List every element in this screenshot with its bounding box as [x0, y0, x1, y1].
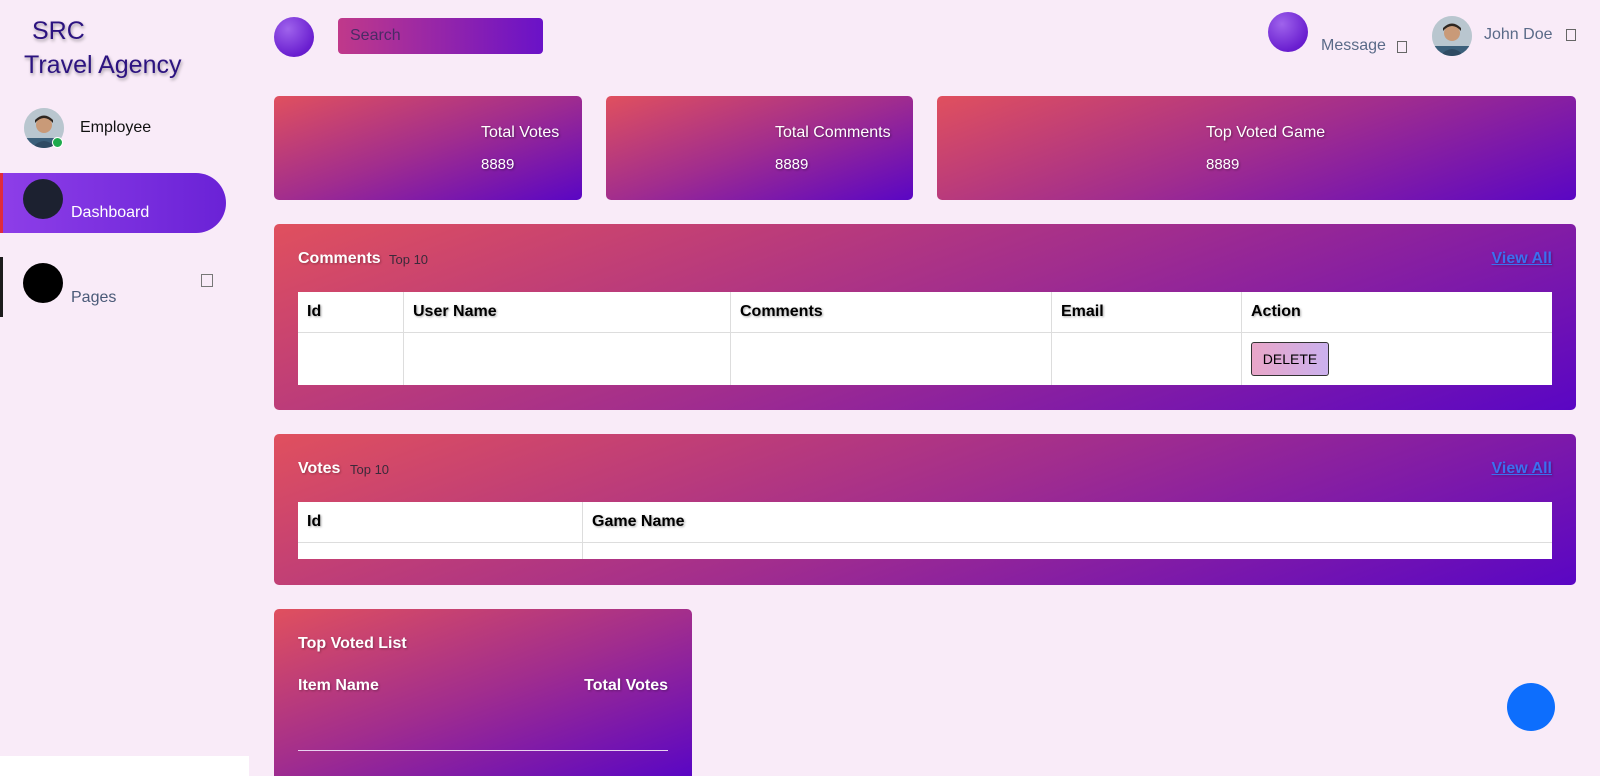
- panel-title: Comments: [298, 250, 381, 267]
- message-icon[interactable]: [1268, 12, 1308, 52]
- table-cell: DELETE: [1242, 333, 1553, 385]
- table-cell: [403, 332, 731, 385]
- top-voted-list-card: Top Voted List Item Name Total Votes: [274, 609, 692, 776]
- votes-panel: Votes Top 10 View All Id Game Name: [274, 434, 1576, 585]
- brand-line-1: SRC: [32, 17, 85, 45]
- menu-toggle-icon[interactable]: [274, 17, 314, 57]
- table-cell: [583, 543, 1553, 559]
- sidebar-item-pages[interactable]: Pages: [0, 257, 226, 317]
- comments-table: Id User Name Comments Email Action DELET…: [298, 292, 1552, 385]
- sidebar-item-dashboard[interactable]: Dashboard: [0, 173, 226, 233]
- view-all-link[interactable]: View All: [1492, 460, 1552, 478]
- table-cell: [298, 332, 404, 385]
- stat-title: Total Comments: [775, 124, 891, 141]
- divider: [298, 750, 668, 751]
- user-name[interactable]: John Doe: [1484, 26, 1553, 44]
- profile-name: Employee: [80, 119, 152, 136]
- comments-panel: Comments Top 10 View All Id User Name Co…: [274, 224, 1576, 410]
- view-all-link[interactable]: View All: [1492, 250, 1552, 268]
- column-header: Comments: [730, 292, 1052, 333]
- sidebar-profile: Employee: [24, 108, 151, 148]
- column-header: Id: [298, 502, 583, 543]
- floating-action-button[interactable]: [1507, 683, 1555, 731]
- stat-value: 8889: [775, 156, 809, 173]
- table-cell: [730, 332, 1052, 385]
- chevron-down-icon: [201, 274, 213, 287]
- sidebar-item-label: Dashboard: [71, 204, 150, 221]
- brand-logo[interactable]: SRC Travel Agency: [24, 14, 181, 82]
- chevron-down-icon[interactable]: [1566, 29, 1576, 41]
- brand-line-2: Travel Agency: [24, 51, 182, 79]
- votes-table: Id Game Name: [298, 502, 1552, 559]
- column-header: Game Name: [582, 502, 1552, 543]
- user-avatar[interactable]: [1432, 16, 1472, 56]
- dashboard-icon: [23, 179, 63, 219]
- message-label[interactable]: Message: [1321, 37, 1386, 55]
- table-row: [298, 542, 1553, 559]
- column-header: Id: [298, 292, 404, 333]
- column-header: Item Name: [298, 677, 379, 694]
- column-header: Action: [1241, 292, 1552, 333]
- sidebar: SRC Travel Agency Employee Dashboard Pag…: [0, 0, 249, 756]
- stat-card-total-votes: Total Votes 8889: [274, 96, 582, 200]
- table-header-row: Id User Name Comments Email Action: [298, 292, 1552, 333]
- panel-subtitle: Top 10: [389, 252, 429, 267]
- stat-card-top-voted-game: Top Voted Game 8889: [937, 96, 1576, 200]
- column-header: Email: [1051, 292, 1242, 333]
- stat-value: 8889: [481, 156, 515, 173]
- stat-card-total-comments: Total Comments 8889: [606, 96, 913, 200]
- table-row: DELETE: [298, 332, 1553, 385]
- column-header: User Name: [403, 292, 731, 333]
- stat-value: 8889: [1206, 156, 1240, 173]
- column-header: Total Votes: [584, 677, 668, 694]
- table-header-row: Id Game Name: [298, 502, 1552, 543]
- chevron-down-icon[interactable]: [1397, 41, 1407, 53]
- card-title: Top Voted List: [298, 635, 407, 652]
- sidebar-item-label: Pages: [71, 289, 117, 306]
- panel-subtitle: Top 10: [350, 462, 390, 477]
- online-status-dot: [52, 137, 63, 148]
- table-cell: [298, 542, 583, 559]
- table-cell: [1051, 332, 1242, 385]
- pages-icon: [23, 263, 63, 303]
- search-input[interactable]: [338, 18, 543, 54]
- panel-title: Votes: [298, 460, 341, 477]
- stat-title: Top Voted Game: [1206, 124, 1326, 141]
- stat-title: Total Votes: [481, 124, 560, 141]
- sidebar-footer: [0, 756, 249, 776]
- delete-button[interactable]: DELETE: [1251, 341, 1329, 376]
